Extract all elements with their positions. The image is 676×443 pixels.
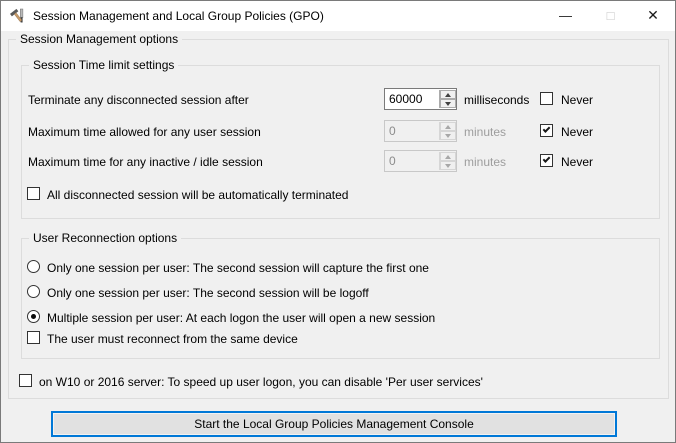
- terminate-disconnected-spinner[interactable]: 60000: [384, 88, 457, 110]
- start-gpo-console-button[interactable]: Start the Local Group Policies Managemen…: [51, 411, 617, 437]
- same-device-checkbox-label[interactable]: The user must reconnect from the same de…: [47, 332, 298, 346]
- dialog-window: Session Management and Local Group Polic…: [0, 0, 676, 443]
- radio-capture-first-session-label[interactable]: Only one session per user: The second se…: [47, 261, 429, 275]
- group-label: User Reconnection options: [29, 231, 182, 246]
- group-label: Session Time limit settings: [29, 58, 179, 73]
- spinner-down-icon: [440, 161, 456, 170]
- spinner-down-icon: [440, 131, 456, 140]
- check-icon: [542, 155, 551, 163]
- unit-label: minutes: [464, 155, 507, 169]
- per-user-services-checkbox-label[interactable]: on W10 or 2016 server: To speed up user …: [39, 375, 483, 389]
- max-idle-session-spinner: 0: [384, 150, 457, 172]
- never-checkbox-row3[interactable]: [540, 154, 553, 167]
- row-label-max-user-session: Maximum time allowed for any user sessio…: [28, 125, 261, 139]
- radio-dot-icon: [31, 314, 36, 319]
- radio-multiple-sessions-label[interactable]: Multiple session per user: At each logon…: [47, 311, 435, 325]
- spinner-up-icon: [440, 122, 456, 131]
- check-icon: [542, 125, 551, 133]
- spinner-up-icon[interactable]: [440, 90, 456, 99]
- unit-label: milliseconds: [464, 93, 530, 107]
- spinner-buttons: [439, 152, 456, 170]
- spinner-buttons: [439, 90, 456, 108]
- radio-capture-first-session[interactable]: [27, 260, 40, 273]
- never-checkbox-label[interactable]: Never: [561, 125, 593, 139]
- window-title: Session Management and Local Group Polic…: [33, 9, 324, 23]
- same-device-checkbox[interactable]: [27, 331, 40, 344]
- never-checkbox-row2[interactable]: [540, 124, 553, 137]
- maximize-button: □: [606, 8, 615, 23]
- title-bar: Session Management and Local Group Polic…: [1, 1, 675, 31]
- spinner-value[interactable]: 60000: [389, 89, 422, 109]
- group-label: Session Management options: [16, 32, 183, 47]
- auto-terminate-checkbox-label[interactable]: All disconnected session will be automat…: [47, 188, 348, 202]
- close-button[interactable]: ✕: [631, 1, 675, 30]
- spinner-up-icon: [440, 152, 456, 161]
- unit-label: minutes: [464, 125, 507, 139]
- row-label-terminate-disconnected: Terminate any disconnected session after: [28, 93, 249, 107]
- radio-logoff-second-session[interactable]: [27, 285, 40, 298]
- per-user-services-checkbox[interactable]: [19, 374, 32, 387]
- row-label-max-idle-session: Maximum time for any inactive / idle ses…: [28, 155, 263, 169]
- never-checkbox-label[interactable]: Never: [561, 93, 593, 107]
- auto-terminate-checkbox[interactable]: [27, 187, 40, 200]
- spinner-value: 0: [389, 154, 396, 168]
- minimize-button[interactable]: —: [543, 1, 588, 30]
- spinner-buttons: [439, 122, 456, 140]
- never-checkbox-label[interactable]: Never: [561, 155, 593, 169]
- spinner-down-icon[interactable]: [440, 99, 456, 108]
- spinner-value: 0: [389, 124, 396, 138]
- tools-icon: [9, 8, 26, 24]
- radio-multiple-sessions[interactable]: [27, 310, 40, 323]
- radio-logoff-second-session-label[interactable]: Only one session per user: The second se…: [47, 286, 369, 300]
- max-user-session-spinner: 0: [384, 120, 457, 142]
- never-checkbox-row1[interactable]: [540, 92, 553, 105]
